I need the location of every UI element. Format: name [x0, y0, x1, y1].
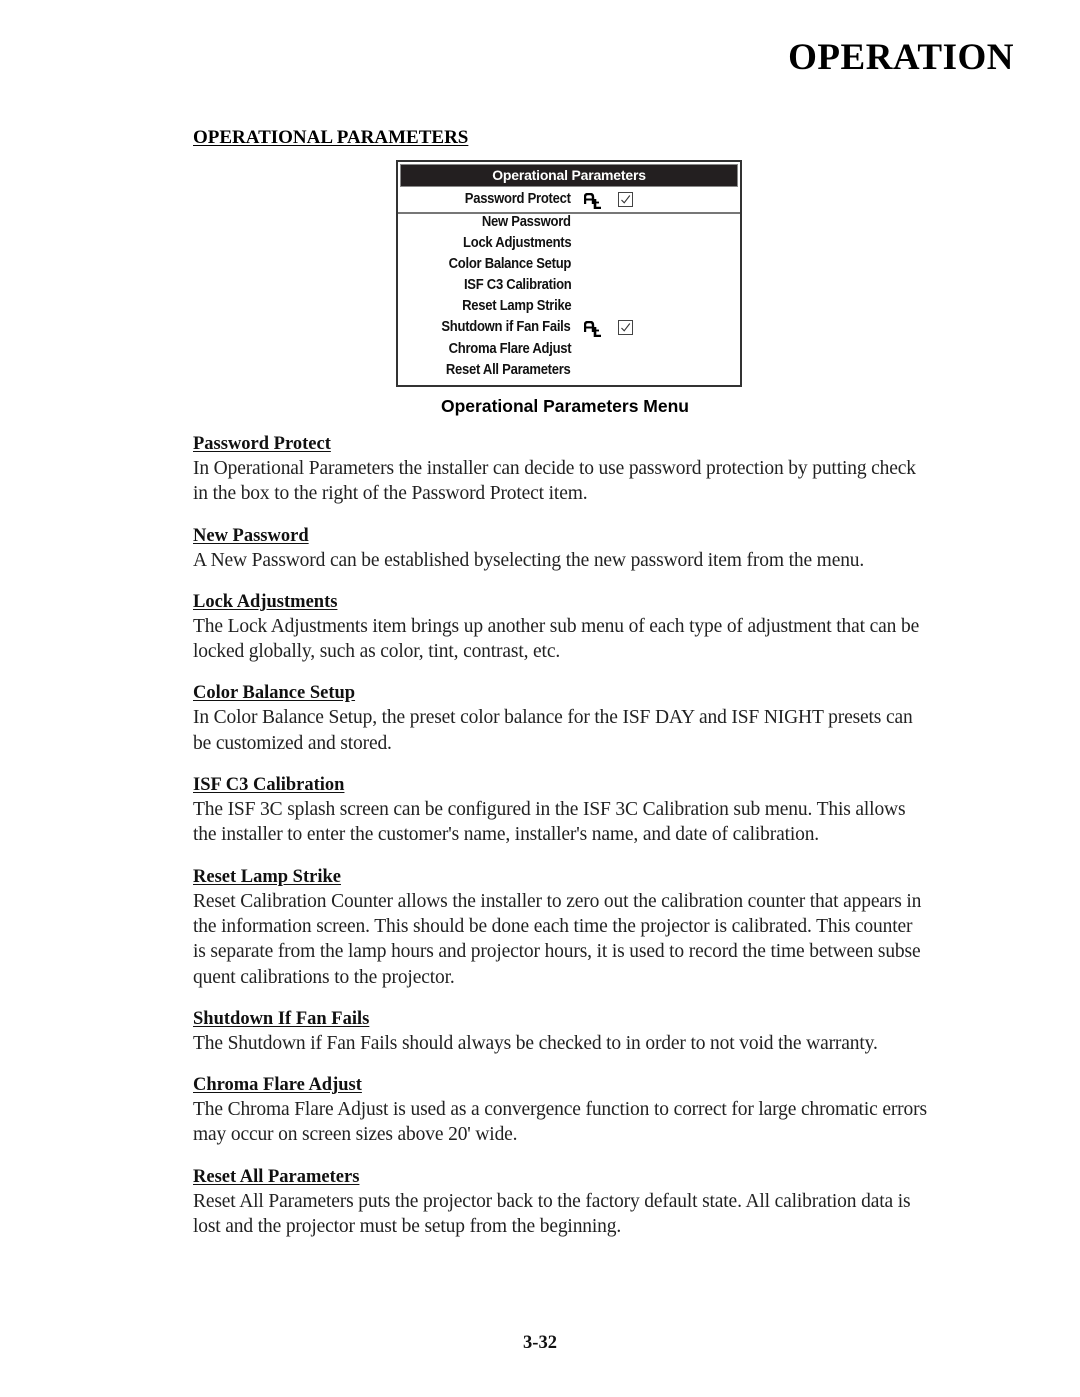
- checkbox-checked-icon[interactable]: [618, 320, 633, 336]
- entry-text-line: quent calibrations to the projector.: [193, 966, 455, 988]
- entry-text-line: The Shutdown if Fan Fails should always …: [193, 1032, 878, 1054]
- entry-text-line: In Color Balance Setup, the preset color…: [193, 707, 913, 729]
- chapter-title: OPERATION: [788, 37, 1014, 78]
- menu-list: Password Protect New Password Lock Adjustm…: [398, 189, 740, 381]
- parameter-entry: Lock Adjustments The Lock Adjustments ite…: [193, 590, 1023, 665]
- entry-heading: Reset Lamp Strike: [193, 866, 341, 887]
- section-title: OPERATIONAL PARAMETERS: [193, 127, 469, 148]
- entry-heading: Lock Adjustments: [193, 591, 338, 612]
- lock-adjust-icon[interactable]: [583, 192, 604, 210]
- entry-text-line: A New Password can be established bysele…: [193, 549, 865, 571]
- parameter-entry: ISF C3 Calibration The ISF 3C splash scre…: [193, 773, 1023, 848]
- entry-heading: New Password: [193, 525, 309, 546]
- entry-heading: Password Protect: [193, 434, 331, 454]
- entry-text-line: be customized and stored.: [193, 732, 392, 754]
- entry-text-line: The ISF 3C splash screen can be configur…: [193, 799, 906, 821]
- entry-text-line: the installer to enter the customer's na…: [193, 824, 820, 846]
- menu-item-label: Lock Adjustments: [462, 235, 572, 252]
- parameter-entry: Shutdown If Fan Fails The Shutdown if Fan…: [193, 1007, 1023, 1056]
- entry-text-line: the information screen. This should be d…: [193, 915, 913, 937]
- entry-text-line: lost and the projector must be setup fro…: [193, 1216, 622, 1238]
- entry-text-line: The Lock Adjustments item brings up anot…: [193, 615, 920, 637]
- entry-heading: Reset All Parameters: [193, 1166, 360, 1187]
- parameter-entry: Reset All Parameters Reset All Parameters…: [193, 1165, 1023, 1240]
- menu-item-label: Reset All Parameters: [446, 361, 571, 378]
- menu-item-label: Chroma Flare Adjust: [448, 340, 571, 357]
- operational-parameters-menu: Operational Parameters Password Protect N…: [396, 160, 742, 387]
- menu-item[interactable]: Reset Lamp Strike: [398, 296, 740, 317]
- menu-item-label: ISF C3 Calibration: [463, 277, 571, 294]
- menu-item-label: New Password: [482, 214, 571, 230]
- parameter-entry: Reset Lamp Strike Reset Calibration Count…: [193, 865, 1023, 990]
- menu-item[interactable]: Reset All Parameters: [398, 360, 740, 381]
- entry-heading: ISF C3 Calibration: [193, 775, 345, 796]
- menu-item[interactable]: Color Balance Setup: [398, 254, 740, 275]
- menu-item-label: Color Balance Setup: [448, 256, 572, 273]
- entry-text-line: Reset All Parameters puts the projector …: [193, 1190, 911, 1212]
- menu-item-label: Shutdown if Fan Fails: [441, 319, 571, 336]
- entry-heading: Shutdown If Fan Fails: [193, 1008, 370, 1029]
- menu-item[interactable]: Lock Adjustments: [398, 233, 740, 254]
- menu-item-label: Reset Lamp Strike: [461, 298, 572, 315]
- entry-text-line: The Chroma Flare Adjust is used as a con…: [193, 1099, 927, 1121]
- parameter-entry: Chroma Flare Adjust The Chroma Flare Adju…: [193, 1073, 1023, 1148]
- menu-item[interactable]: ISF C3 Calibration: [398, 275, 740, 296]
- entry-text-line: In Operational Parameters the installer …: [193, 458, 916, 479]
- parameter-entry: Password Protect In Operational Parameter…: [193, 432, 1023, 507]
- menu-title: Operational Parameters: [400, 164, 738, 187]
- entry-text-line: may occur on screen sizes above 20' wide…: [193, 1124, 518, 1146]
- menu-item-label: Password Protect: [465, 191, 571, 207]
- entry-heading: Chroma Flare Adjust: [193, 1075, 362, 1096]
- page-number: 3-32: [523, 1333, 557, 1353]
- entry-text-line: Reset Calibration Counter allows the ins…: [193, 890, 922, 912]
- parameter-entry: Color Balance Setup In Color Balance Setu…: [193, 681, 1023, 756]
- lock-adjust-icon[interactable]: [583, 321, 604, 338]
- entry-text-line: is separate from the lamp hours and proj…: [193, 941, 921, 963]
- menu-item[interactable]: Chroma Flare Adjust: [398, 339, 740, 360]
- entry-text-line: locked globally, such as color, tint, co…: [193, 641, 561, 663]
- entry-text-line: in the box to the right of the Password …: [193, 483, 588, 505]
- entry-heading: Color Balance Setup: [193, 683, 356, 704]
- menu-item[interactable]: Password Protect: [398, 189, 740, 214]
- checkbox-checked-icon[interactable]: [618, 192, 633, 207]
- menu-item[interactable]: Shutdown if Fan Fails: [398, 317, 740, 338]
- menu-caption: Operational Parameters Menu: [441, 396, 689, 416]
- parameter-descriptions: Password Protect In Operational Parameter…: [193, 432, 1023, 1256]
- parameter-entry: New Password A New Password can be establ…: [193, 524, 1023, 573]
- menu-item[interactable]: New Password: [398, 212, 740, 233]
